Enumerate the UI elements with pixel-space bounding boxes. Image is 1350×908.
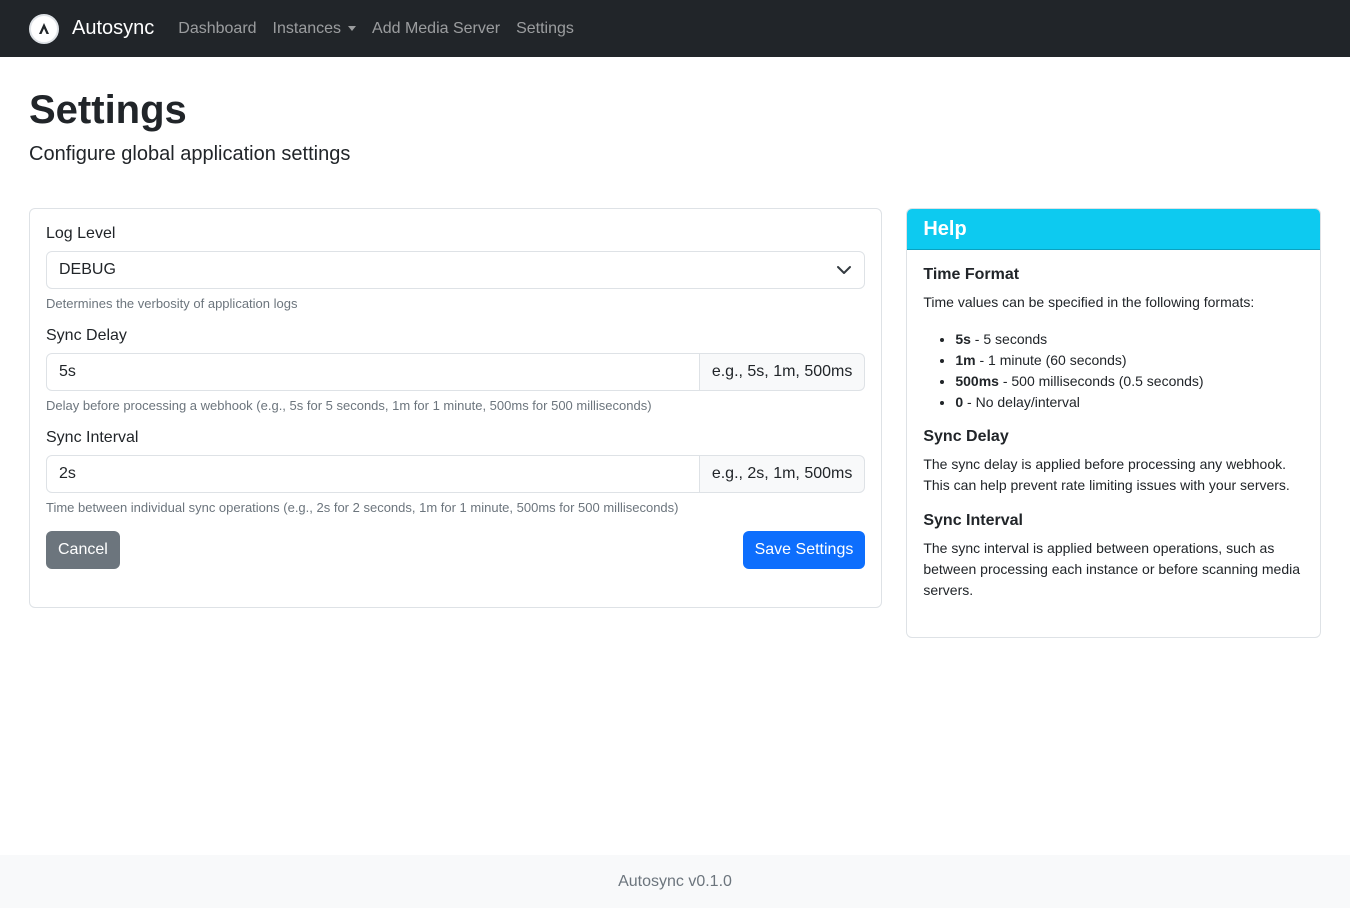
footer-version: Autosync v0.1.0 <box>618 872 732 890</box>
sync-interval-help: Time between individual sync operations … <box>46 500 679 515</box>
log-level-group: Log Level DEBUG Determines the verbosity… <box>46 225 866 311</box>
top-navbar: Autosync Dashboard Instances Add Media S… <box>0 0 1350 57</box>
sync-delay-help: Delay before processing a webhook (e.g.,… <box>46 398 652 413</box>
format-desc: - 5 seconds <box>970 331 1048 347</box>
sync-delay-input[interactable]: 5s <box>46 353 700 391</box>
nav-link-dashboard[interactable]: Dashboard <box>178 20 256 38</box>
page-subtitle: Configure global application settings <box>29 143 351 165</box>
sync-interval-label: Sync Interval <box>46 429 139 446</box>
time-format-text: Time values can be specified in the foll… <box>923 294 1255 310</box>
sync-interval-input[interactable]: 2s <box>46 455 700 493</box>
sync-interval-addon: e.g., 2s, 1m, 500ms <box>699 455 866 493</box>
nav-link-instances-label: Instances <box>272 19 342 37</box>
page-title: Settings <box>29 88 187 132</box>
time-format-title: Time Format <box>923 266 1020 283</box>
sync-delay-input-group: 5s e.g., 5s, 1m, 500ms <box>46 353 866 391</box>
help-card: Help Time Format Time values can be spec… <box>906 208 1321 638</box>
nav-link-instances[interactable]: Instances <box>272 19 357 38</box>
list-item: 0 - No delay/interval <box>955 392 1304 413</box>
format-code: 1m <box>955 352 976 368</box>
sync-delay-help-text: The sync delay is applied before process… <box>923 456 1290 493</box>
help-card-header: Help <box>907 209 1320 250</box>
format-desc: - 500 milliseconds (0.5 seconds) <box>998 373 1204 389</box>
log-level-label: Log Level <box>46 225 116 242</box>
brand[interactable]: Autosync <box>29 13 155 44</box>
format-desc: - 1 minute (60 seconds) <box>975 352 1127 368</box>
sync-interval-help-title: Sync Interval <box>923 512 1023 529</box>
nav-link-add-media-server[interactable]: Add Media Server <box>372 20 500 38</box>
sync-delay-label: Sync Delay <box>46 327 127 344</box>
list-item: 500ms - 500 milliseconds (0.5 seconds) <box>955 371 1304 392</box>
log-level-value: DEBUG <box>59 261 116 278</box>
format-code: 5s <box>955 331 971 347</box>
log-level-help: Determines the verbosity of application … <box>46 296 298 311</box>
chevron-down-icon <box>837 266 852 274</box>
format-code: 0 <box>955 394 964 410</box>
sync-interval-input-group: 2s e.g., 2s, 1m, 500ms <box>46 455 866 493</box>
settings-card: Log Level DEBUG Determines the verbosity… <box>29 208 883 608</box>
sync-delay-help-title: Sync Delay <box>923 428 1009 445</box>
content-row: Log Level DEBUG Determines the verbosity… <box>29 208 1321 638</box>
page-footer: Autosync v0.1.0 <box>0 855 1350 908</box>
list-item: 5s - 5 seconds <box>955 329 1304 350</box>
list-item: 1m - 1 minute (60 seconds) <box>955 350 1304 371</box>
main-content: Settings Configure global application se… <box>0 86 1350 638</box>
form-actions: Cancel Save Settings <box>46 531 866 569</box>
brand-name: Autosync <box>72 17 155 39</box>
save-settings-button[interactable]: Save Settings <box>742 531 866 569</box>
caret-down-icon <box>348 26 357 31</box>
sync-interval-group: Sync Interval 2s e.g., 2s, 1m, 500ms Tim… <box>46 429 866 515</box>
format-desc: - No delay/interval <box>963 394 1080 410</box>
sync-delay-group: Sync Delay 5s e.g., 5s, 1m, 500ms Delay … <box>46 327 866 413</box>
app-logo-icon <box>29 13 59 44</box>
log-level-select[interactable]: DEBUG <box>46 251 866 289</box>
help-card-body: Time Format Time values can be specified… <box>907 250 1320 633</box>
sync-interval-help-text: The sync interval is applied between ope… <box>923 540 1301 598</box>
format-code: 500ms <box>955 373 999 389</box>
nav-link-settings[interactable]: Settings <box>516 20 574 38</box>
cancel-button[interactable]: Cancel <box>46 531 120 569</box>
time-format-list: 5s - 5 seconds 1m - 1 minute (60 seconds… <box>923 329 1304 413</box>
sync-delay-addon: e.g., 5s, 1m, 500ms <box>699 353 866 391</box>
